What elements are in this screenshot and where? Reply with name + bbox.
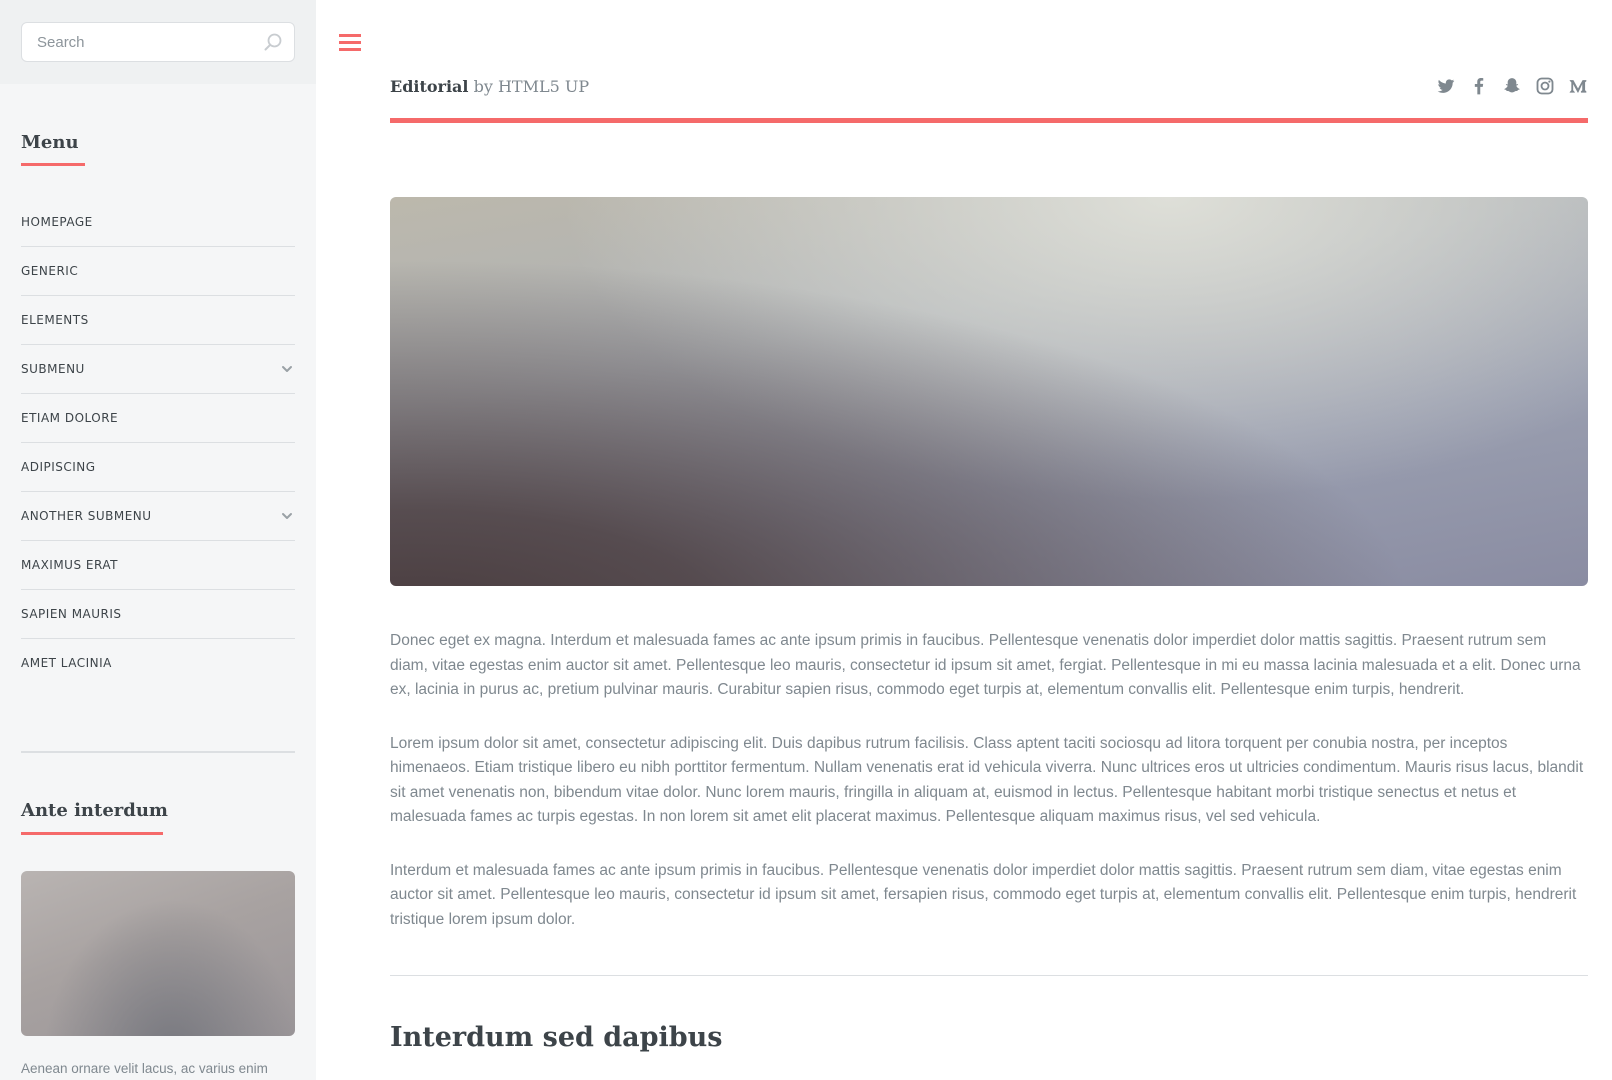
social-icons <box>1436 76 1588 96</box>
logo-strong: Editorial <box>390 77 469 96</box>
hero-image <box>390 197 1588 586</box>
ante-title: Ante interdum <box>21 800 168 821</box>
sidebar-item-amet-lacinia[interactable]: Amet Lacinia <box>21 638 295 687</box>
section-divider <box>390 975 1588 976</box>
sidebar-item-etiam-dolore[interactable]: Etiam Dolore <box>21 393 295 442</box>
search-box <box>21 22 295 62</box>
sidebar-item-label: Adipiscing <box>21 460 96 474</box>
section-title: Interdum sed dapibus <box>390 1022 723 1053</box>
menu-heading: Menu <box>21 132 85 166</box>
sidebar-item-label: Submenu <box>21 362 85 376</box>
search-icon[interactable] <box>263 32 283 52</box>
sidebar-item-label: Homepage <box>21 215 93 229</box>
sidebar: Menu Homepage Generic Elements Submenu E… <box>0 0 316 1080</box>
logo[interactable]: Editorial by HTML5 UP <box>390 77 589 96</box>
sidebar-item-label: Another Submenu <box>21 509 152 523</box>
sidebar-item-elements[interactable]: Elements <box>21 295 295 344</box>
mini-post-text: Aenean ornare velit lacus, ac varius eni… <box>21 1061 268 1076</box>
menu-title-underline <box>21 163 85 166</box>
medium-icon[interactable] <box>1568 76 1588 96</box>
paragraph: Lorem ipsum dolor sit amet, consectetur … <box>390 734 1584 826</box>
header-accent-bar <box>390 118 1588 123</box>
sidebar-item-adipiscing[interactable]: Adipiscing <box>21 442 295 491</box>
sidebar-inner: Menu Homepage Generic Elements Submenu E… <box>0 84 316 1080</box>
sidebar-item-maximus-erat[interactable]: Maximus Erat <box>21 540 295 589</box>
header: Editorial by HTML5 UP <box>390 76 1588 121</box>
sidebar-item-sapien-mauris[interactable]: Sapien Mauris <box>21 589 295 638</box>
sidebar-item-submenu[interactable]: Submenu <box>21 344 295 393</box>
chevron-down-icon[interactable] <box>281 363 293 375</box>
mini-post-image[interactable] <box>21 871 295 1036</box>
sidebar-item-generic[interactable]: Generic <box>21 246 295 295</box>
ante-heading: Ante interdum <box>21 800 168 835</box>
facebook-icon[interactable] <box>1469 76 1489 96</box>
sidebar-item-label: Amet Lacinia <box>21 656 112 670</box>
sidebar-item-homepage[interactable]: Homepage <box>21 198 295 246</box>
sidebar-item-label: Etiam Dolore <box>21 411 119 425</box>
paragraph: Interdum et malesuada fames ac ante ipsu… <box>390 861 1577 928</box>
paragraph: Donec eget ex magna. Interdum et malesua… <box>390 632 1581 698</box>
page: Menu Homepage Generic Elements Submenu E… <box>0 0 1612 1080</box>
twitter-icon[interactable] <box>1436 76 1456 96</box>
article-body: Donec eget ex magna. Interdum et malesua… <box>390 629 1588 961</box>
sidebar-item-label: Generic <box>21 264 79 278</box>
main-content: Editorial by HTML5 UP Donec eget ex magn… <box>316 0 1612 1080</box>
sidebar-item-label: Elements <box>21 313 89 327</box>
sidebar-divider <box>21 751 295 753</box>
logo-byline: by HTML5 UP <box>468 77 590 96</box>
sidebar-item-label: Maximus Erat <box>21 558 118 572</box>
sidebar-item-label: Sapien Mauris <box>21 607 122 621</box>
sidebar-menu: Homepage Generic Elements Submenu Etiam … <box>21 198 295 687</box>
sidebar-item-another-submenu[interactable]: Another Submenu <box>21 491 295 540</box>
search-section <box>0 0 316 84</box>
search-input[interactable] <box>22 23 294 61</box>
instagram-icon[interactable] <box>1535 76 1555 96</box>
menu-title: Menu <box>21 132 79 153</box>
snapchat-icon[interactable] <box>1502 76 1522 96</box>
ante-title-underline <box>21 832 163 835</box>
chevron-down-icon[interactable] <box>281 510 293 522</box>
hamburger-menu-icon[interactable] <box>338 31 362 53</box>
